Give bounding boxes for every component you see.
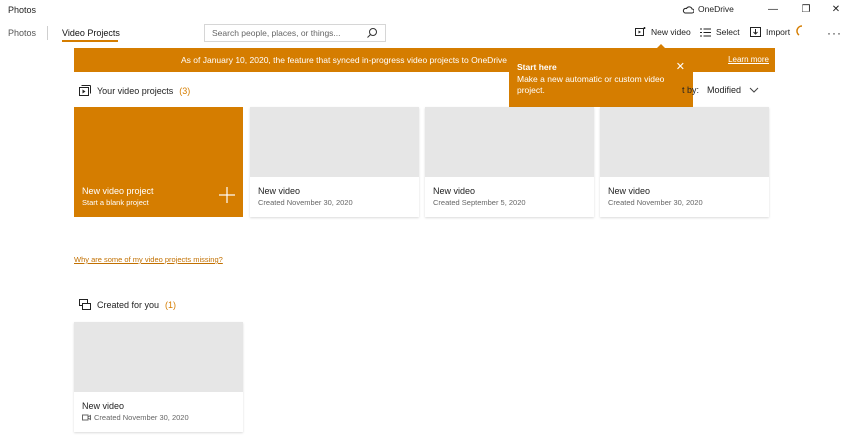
search-input[interactable]: Search people, places, or things...	[212, 28, 341, 38]
new-project-subtitle: Start a blank project	[82, 198, 149, 207]
close-window-button[interactable]: ✕	[829, 3, 843, 17]
app-title: Photos	[8, 5, 37, 15]
tab-photos[interactable]: Photos	[8, 28, 36, 38]
project-thumbnail	[250, 107, 419, 177]
created-section-title: Created for you	[97, 299, 160, 310]
more-options-button[interactable]: ···	[827, 26, 842, 40]
video-project-card[interactable]: New video Created November 30, 2020	[250, 107, 419, 217]
import-button[interactable]: Import	[750, 27, 790, 37]
project-thumbnail	[600, 107, 769, 177]
import-label: Import	[766, 27, 791, 37]
new-video-label: New video	[651, 27, 691, 37]
onedrive-label: OneDrive	[698, 4, 734, 14]
video-camera-icon	[82, 414, 91, 421]
created-video-card[interactable]: New video Created November 30, 2020	[74, 322, 243, 432]
select-button[interactable]: Select	[700, 27, 740, 37]
project-date: Created September 5, 2020	[433, 198, 526, 207]
video-projects-icon	[79, 85, 91, 96]
project-title: New video	[258, 186, 301, 196]
tip-pointer	[655, 44, 667, 50]
created-title: New video	[82, 401, 125, 411]
start-here-tip: Start here Make a new automatic or custo…	[509, 55, 693, 107]
minimize-button[interactable]: —	[766, 3, 780, 17]
created-date: Created November 30, 2020	[94, 413, 189, 422]
new-video-icon	[635, 27, 646, 36]
project-date: Created November 30, 2020	[608, 198, 703, 207]
tip-title: Start here	[517, 62, 557, 72]
new-project-title: New video project	[82, 186, 154, 196]
tip-close-button[interactable]: ✕	[676, 60, 685, 73]
select-label: Select	[716, 27, 740, 37]
sort-dropdown[interactable]: t by: Modified	[682, 85, 759, 95]
created-thumbnail	[74, 322, 243, 392]
onedrive-icon	[682, 5, 694, 13]
restore-button[interactable]: ❐	[799, 3, 813, 17]
onedrive-status[interactable]: OneDrive	[682, 4, 734, 14]
title-bar: Photos OneDrive — ❐ ✕	[0, 0, 844, 20]
created-for-you-header: Created for you (1)	[79, 299, 176, 310]
created-date-row: Created November 30, 2020	[82, 413, 189, 422]
learn-more-link[interactable]: Learn more	[728, 55, 769, 64]
search-icon[interactable]	[366, 27, 378, 39]
project-date: Created November 30, 2020	[258, 198, 353, 207]
tip-body: Make a new automatic or custom video pro…	[517, 74, 665, 95]
projects-count: (3)	[179, 85, 191, 96]
new-video-project-card[interactable]: New video project Start a blank project	[74, 107, 243, 217]
plus-icon	[219, 187, 235, 203]
sort-label: t by:	[682, 85, 700, 95]
select-list-icon	[700, 28, 711, 36]
nav-divider	[47, 26, 48, 40]
created-count: (1)	[165, 299, 177, 310]
project-title: New video	[433, 186, 476, 196]
video-project-card[interactable]: New video Created November 30, 2020	[600, 107, 769, 217]
projects-section-header: Your video projects (3)	[79, 85, 190, 96]
active-tab-indicator	[62, 40, 118, 42]
import-icon	[750, 27, 761, 37]
new-video-button[interactable]: New video	[635, 27, 691, 37]
search-box[interactable]: Search people, places, or things...	[204, 24, 386, 42]
missing-projects-link[interactable]: Why are some of my video projects missin…	[74, 255, 223, 264]
created-for-you-icon	[79, 299, 91, 310]
video-project-card[interactable]: New video Created September 5, 2020	[425, 107, 594, 217]
tab-video-projects[interactable]: Video Projects	[62, 28, 120, 38]
project-thumbnail	[425, 107, 594, 177]
project-title: New video	[608, 186, 651, 196]
chevron-down-icon	[749, 87, 759, 93]
projects-section-title: Your video projects	[97, 85, 174, 96]
progress-spinner-icon	[796, 25, 803, 36]
sort-value: Modified	[707, 85, 742, 95]
